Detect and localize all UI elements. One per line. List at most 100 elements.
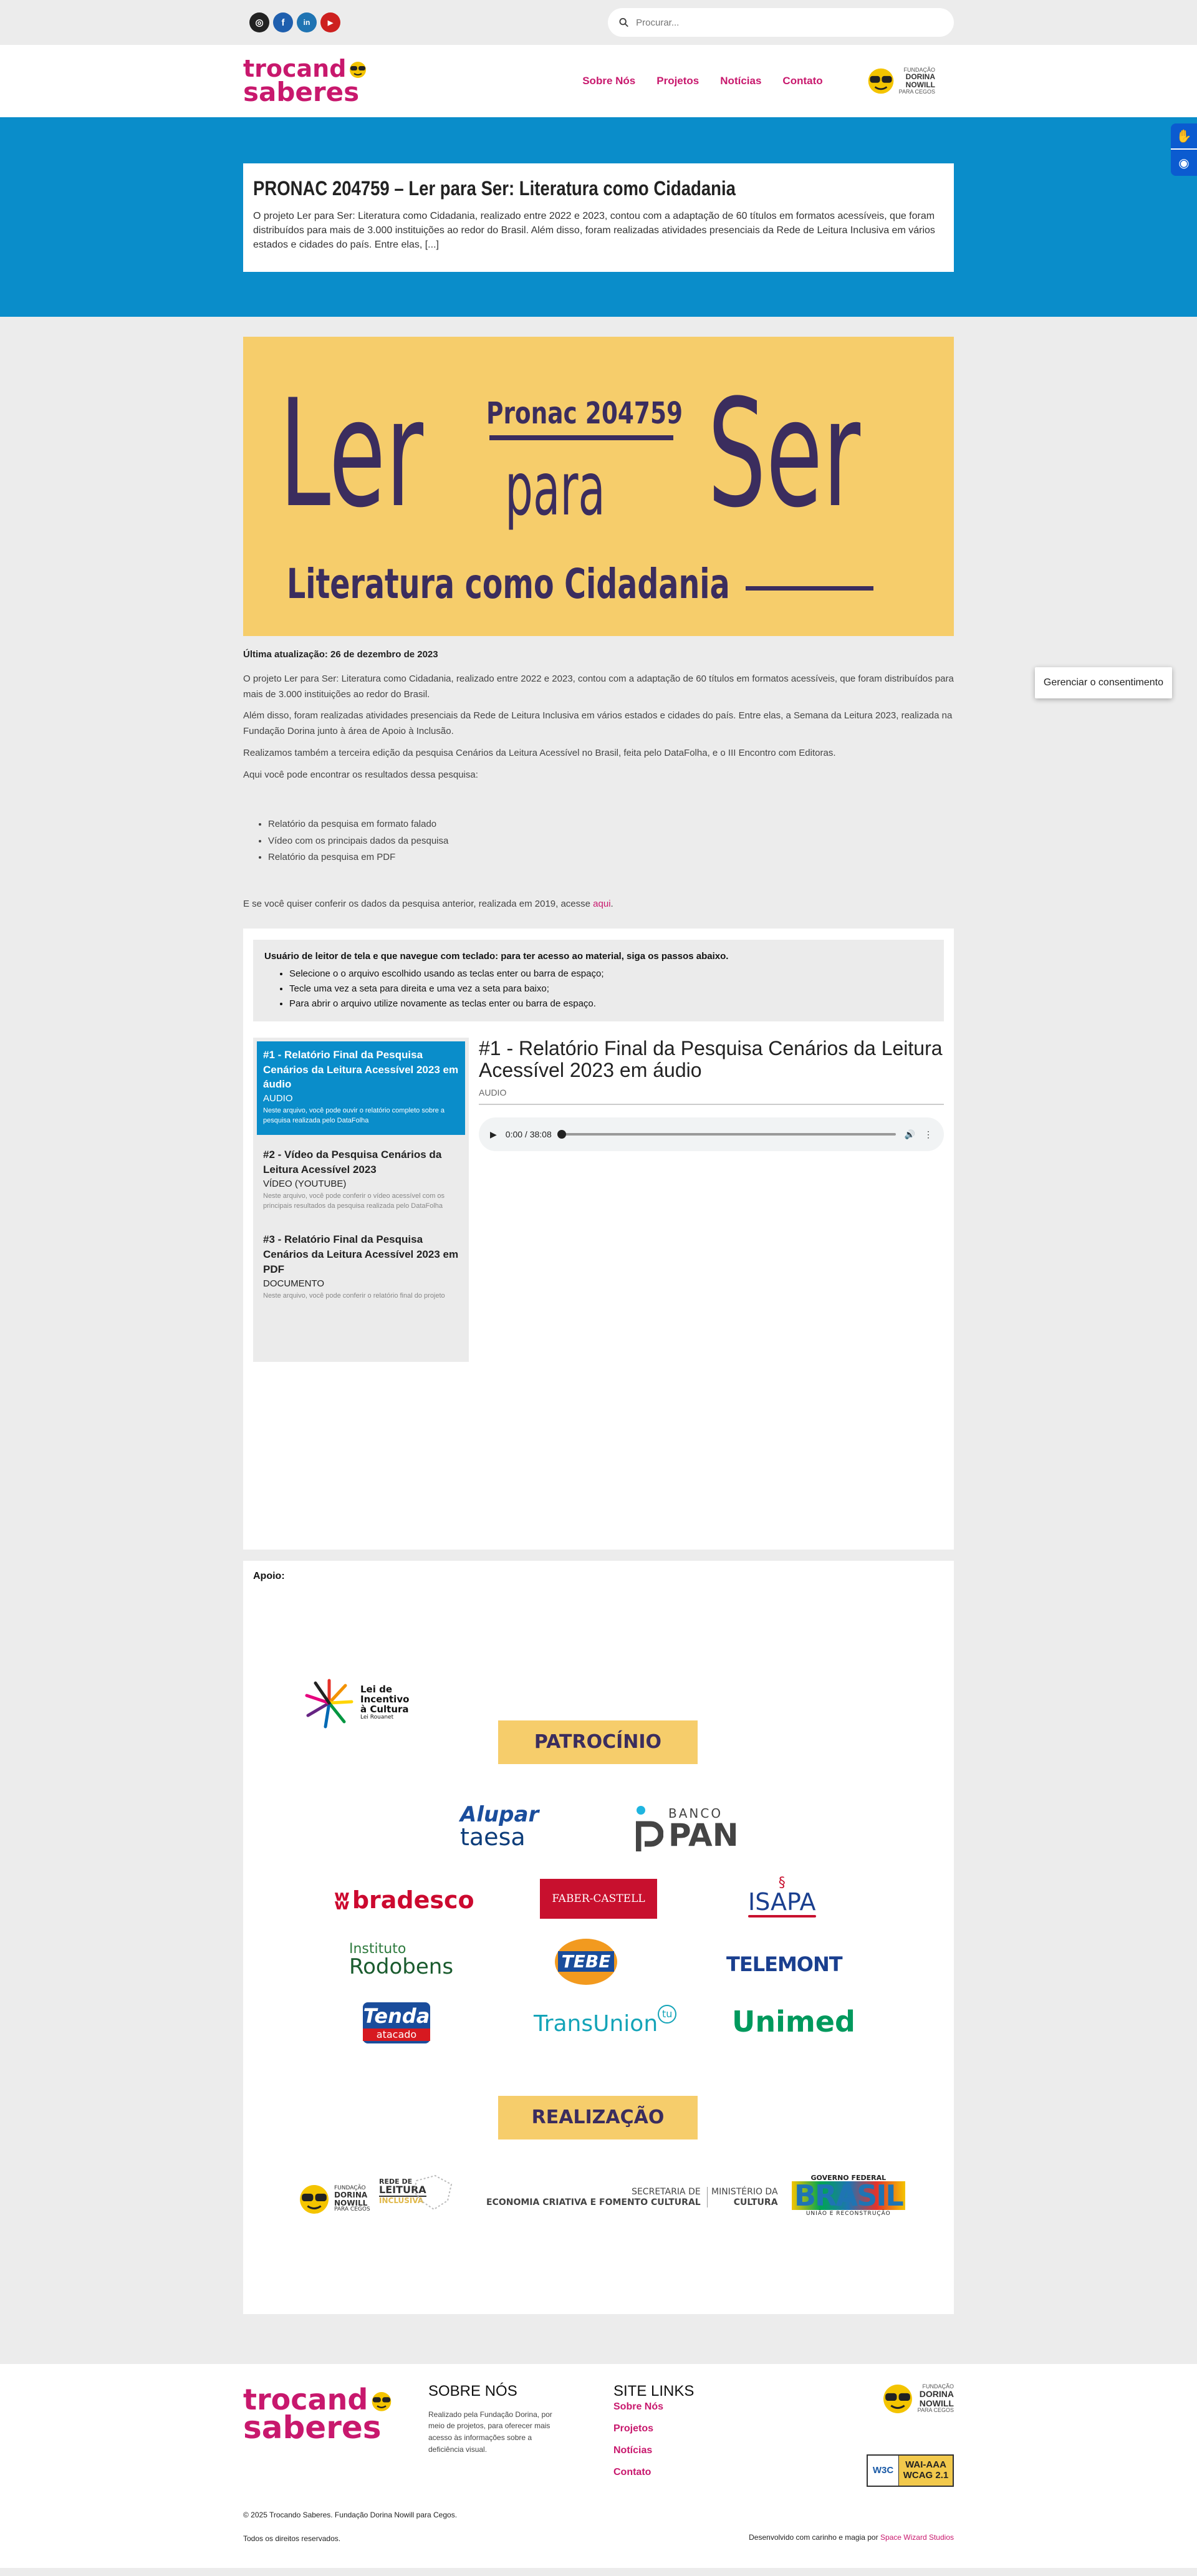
list-item: Vídeo com os principais dados da pesquis… [268,833,954,849]
sponsors-section: Apoio: Lei de Incentivo à Cultura Lei Ro… [243,1560,954,2314]
search-box [608,8,954,37]
search-icon[interactable] [619,17,628,27]
nav-sobre-nos[interactable]: Sobre Nós [582,75,635,87]
rouanet-text: à Cultura [360,1703,409,1715]
tenda-text: Tenda [363,2004,430,2028]
site-logo[interactable]: trocand saberes [243,57,368,105]
sunglasses-face-icon [883,2384,912,2413]
featured-card[interactable]: PRONAC 204759 – Ler para Ser: Literatura… [243,163,954,272]
nav-contato[interactable]: Contato [782,75,822,87]
instruction-step: Selecione o o arquivo escolhido usando a… [289,967,933,982]
screen-reader-instructions: Usuário de leitor de tela e que navegue … [253,939,944,1021]
banco-pan-logo: BANCO PAN [636,1805,739,1853]
youtube-icon[interactable]: ▶ [320,12,340,32]
playlist: #1 - Relatório Final da Pesquisa Cenário… [253,1037,469,1362]
linkedin-icon[interactable]: in [297,12,317,32]
footer-logo-column: trocand saberes [243,2383,428,2489]
footer-link-contato[interactable]: Contato [613,2467,799,2478]
banner-subtitle: Literatura como Cidadania [287,560,730,608]
site-footer: trocand saberes SOBRE NÓS Realizado pela… [0,2363,1197,2568]
instruction-step: Para abrir o arquivo utilize novamente a… [289,996,933,1011]
bradesco-text: bradesco [352,1886,474,1914]
top-bar: ◎ f in ▶ [0,0,1197,45]
viewer-type: AUDIO [479,1088,944,1106]
sign-language-icon[interactable]: ✋ [1171,123,1197,150]
ministerio-text: MINISTÉRIO DA [711,2186,778,2197]
sunglasses-face-icon [300,2184,329,2214]
partner-line-2: DORINA [334,2191,368,2200]
rouanet-burst-icon [305,1679,353,1729]
brazil-map-icon [413,2174,453,2210]
playlist-item[interactable]: #2 - Vídeo da Pesquisa Cenários da Leitu… [257,1141,465,1220]
footer-logo[interactable]: trocand saberes [243,2385,428,2446]
alupar-text: Alupar [460,1802,539,1827]
nav-projetos[interactable]: Projetos [656,75,699,87]
banner-para: para [505,446,605,532]
tebe-logo: TEBE [555,1938,617,1985]
footer-link-sobre-nos[interactable]: Sobre Nós [613,2401,799,2413]
sunglasses-face-icon [372,2391,392,2411]
secretaria-logo: SECRETARIA DE ECONOMIA CRIATIVA E FOMENT… [486,2187,701,2208]
unimed-logo: Unimed [732,2004,855,2038]
search-input[interactable] [636,17,943,28]
footer-about-title: SOBRE NÓS [428,2382,517,2400]
footer-link-noticias[interactable]: Notícias [613,2445,799,2456]
rodobens-logo: Instituto Rodobens [349,1942,453,1977]
eye-icon[interactable]: ◉ [1171,150,1197,176]
governo-federal-logo: GOVERNO FEDERAL BRASIL UNIÃO E RECONSTRU… [792,2174,905,2217]
wcag-badge[interactable]: W3C WAI-AAA WCAG 2.1 [867,2454,954,2487]
pan-icon [636,1805,663,1851]
period: . [610,899,613,909]
playlist-item[interactable]: #1 - Relatório Final da Pesquisa Cenário… [257,1041,465,1136]
previous-survey-link[interactable]: aqui [593,899,610,909]
tenda-logo: Tenda atacado [363,2002,430,2043]
rodobens-text: Rodobens [349,1954,454,1979]
footer-links-column: SITE LINKS Sobre Nós Projetos Notícias C… [613,2383,799,2489]
partner-line-3: NOWILL [919,2398,954,2408]
featured-title[interactable]: PRONAC 204759 – Ler para Ser: Literatura… [253,177,847,200]
taesa-text: taesa [460,1823,526,1851]
partner-logo[interactable]: FUNDAÇÃO DORINA NOWILL PARA CEGOS [867,67,935,95]
banner-rule [746,586,873,591]
footer-link-projetos[interactable]: Projetos [613,2423,799,2434]
secretaria-text: ECONOMIA CRIATIVA E FOMENTO CULTURAL [486,2197,701,2207]
last-updated: Última atualização: 26 de dezembro de 20… [243,649,438,660]
more-options-icon[interactable]: ⋮ [924,1129,933,1140]
copyright-text: © 2025 Trocando Saberes. Fundação Dorina… [243,2510,458,2519]
governo-text: BRASIL [792,2181,905,2210]
sunglasses-face-icon [350,62,367,79]
partner-line-2: DORINA [919,2389,954,2400]
main-content: Pronac 204759 Ler para Ser Literatura co… [0,317,1197,2314]
footer-partner-logo[interactable]: FUNDAÇÃO DORINA NOWILL PARA CEGOS [882,2383,954,2415]
sunglasses-face-icon [868,68,893,94]
facebook-icon[interactable]: f [273,12,293,32]
developer-credit: Desenvolvido com carinho e magia por Spa… [749,2533,954,2542]
banner-rule [489,435,673,440]
instagram-icon[interactable]: ◎ [249,12,269,32]
media-player-box: Usuário de leitor de tela e que navegue … [243,928,954,1550]
ministerio-logo: MINISTÉRIO DA CULTURA [707,2186,778,2208]
faber-castell-logo: FABER-CASTELL [540,1878,657,1919]
rede-leitura-logo: REDE DE LEITURA INCLUSIVA [379,2174,453,2210]
banner-pronac: Pronac 204759 [486,396,683,431]
wai-text: WAI-AAA [905,2459,946,2471]
nav-noticias[interactable]: Notícias [720,75,761,87]
logo-text-bottom: saberes [243,2410,382,2446]
list-item: Relatório da pesquisa em formato falado [268,816,954,832]
volume-icon[interactable]: 🔊 [905,1129,915,1140]
banner-ler: Ler [279,368,424,541]
consent-button[interactable]: Gerenciar o consentimento [1034,667,1172,698]
footer-about-text: Realizado pela Fundação Dorina, por meio… [428,2410,552,2454]
developer-link[interactable]: Space Wizard Studios [880,2533,954,2542]
transunion-logo: TransUnion tu [534,2004,677,2037]
media-player: #1 - Relatório Final da Pesquisa Cenário… [253,1037,944,1362]
playlist-item[interactable]: #3 - Relatório Final da Pesquisa Cenário… [257,1226,465,1310]
instruction-step: Tecle uma vez a seta para direita e uma … [289,982,933,996]
play-icon[interactable]: ▶ [490,1129,497,1140]
audio-seek-bar[interactable] [557,1130,896,1139]
w3c-text: W3C [868,2455,899,2486]
patrocinio-ribbon: PATROCÍNIO [498,1720,698,1764]
ministerio-text: CULTURA [733,2197,778,2207]
media-viewer: #1 - Relatório Final da Pesquisa Cenário… [479,1037,944,1362]
featured-section: PRONAC 204759 – Ler para Ser: Literatura… [0,117,1197,317]
